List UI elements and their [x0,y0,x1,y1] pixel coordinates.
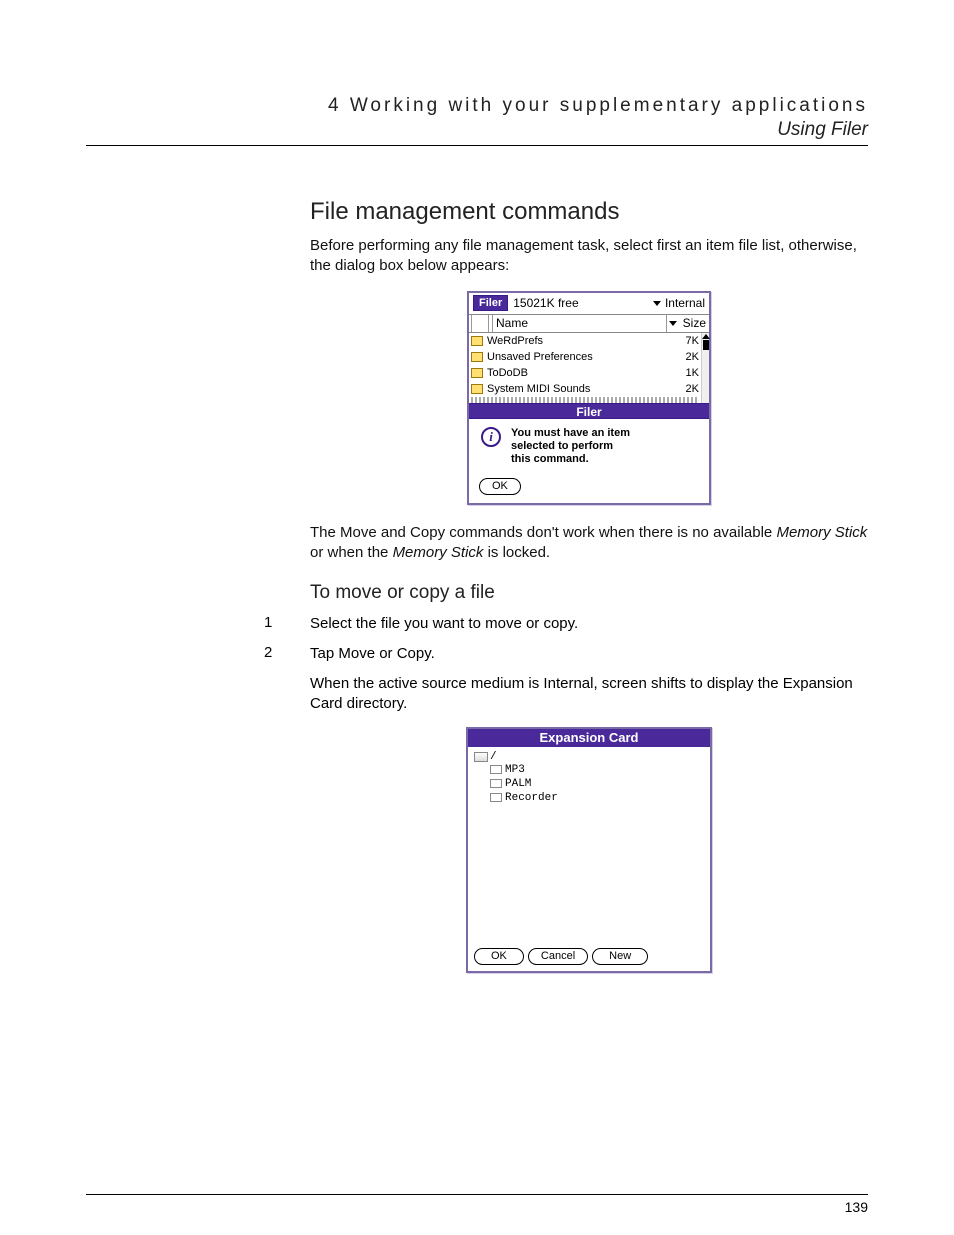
scroll-up-icon[interactable] [702,334,710,339]
folder-icon [490,765,502,774]
page-header: 4 Working with your supplementary applic… [86,0,868,146]
heading-move-copy: To move or copy a file [310,582,868,604]
ok-button[interactable]: OK [474,948,524,965]
note-paragraph: The Move and Copy commands don't work wh… [310,523,868,564]
file-row[interactable]: ToDoDB 1K [469,365,701,381]
tree-folder[interactable]: MP3 [490,763,704,777]
list-item: 1 Select the file you want to move or co… [264,614,868,634]
col-size-header[interactable]: Size [683,316,706,330]
page-number: 139 [845,1199,868,1215]
expansion-titlebar: Expansion Card [468,729,710,747]
step-note: When the active source medium is Interna… [310,674,868,715]
file-icon [471,336,483,346]
expansion-card-screenshot: Expansion Card / MP3 PALM [466,727,712,973]
tree-root[interactable]: / [474,751,704,763]
dropdown-icon[interactable] [653,301,661,306]
folder-tree: / MP3 PALM Recorder [468,747,710,942]
tree-folder[interactable]: PALM [490,777,704,791]
list-item: 2 Tap Move or Copy. [264,644,868,664]
tree-folder[interactable]: Recorder [490,791,704,805]
file-icon [471,368,483,378]
scrollbar[interactable] [701,333,709,403]
info-icon: i [481,427,501,447]
filer-app-label: Filer [473,295,508,311]
cancel-button[interactable]: Cancel [528,948,588,965]
numbered-list: 1 Select the file you want to move or co… [264,614,868,665]
filer-dialog-screenshot: Filer 15021K free Internal Name Size [467,291,711,506]
file-row[interactable]: System MIDI Sounds 2K [469,381,701,397]
file-row[interactable]: WeRdPrefs 7K [469,333,701,349]
file-icon [471,384,483,394]
file-icon [471,352,483,362]
new-button[interactable]: New [592,948,648,965]
heading-file-management: File management commands [310,198,868,226]
file-row[interactable]: Unsaved Preferences 2K [469,349,701,365]
location-label[interactable]: Internal [665,296,705,310]
folder-icon [490,793,502,802]
section-title: Using Filer [86,119,868,141]
chapter-title: 4 Working with your supplementary applic… [86,95,868,117]
col-name-header[interactable]: Name [496,316,528,330]
sort-icon[interactable] [669,321,677,326]
page-footer: 139 [86,1194,868,1215]
filer-titlebar: Filer 15021K free Internal [469,293,709,315]
scroll-thumb[interactable] [703,340,709,350]
intro-paragraph: Before performing any file management ta… [310,236,868,277]
free-space-label: 15021K free [513,296,578,310]
column-headers: Name Size [469,315,709,333]
ok-button[interactable]: OK [479,478,521,495]
folder-icon [490,779,502,788]
modal-titlebar: Filer [469,403,709,419]
modal-message: You must have an item selected to perfor… [511,427,630,467]
folder-open-icon [474,752,488,762]
